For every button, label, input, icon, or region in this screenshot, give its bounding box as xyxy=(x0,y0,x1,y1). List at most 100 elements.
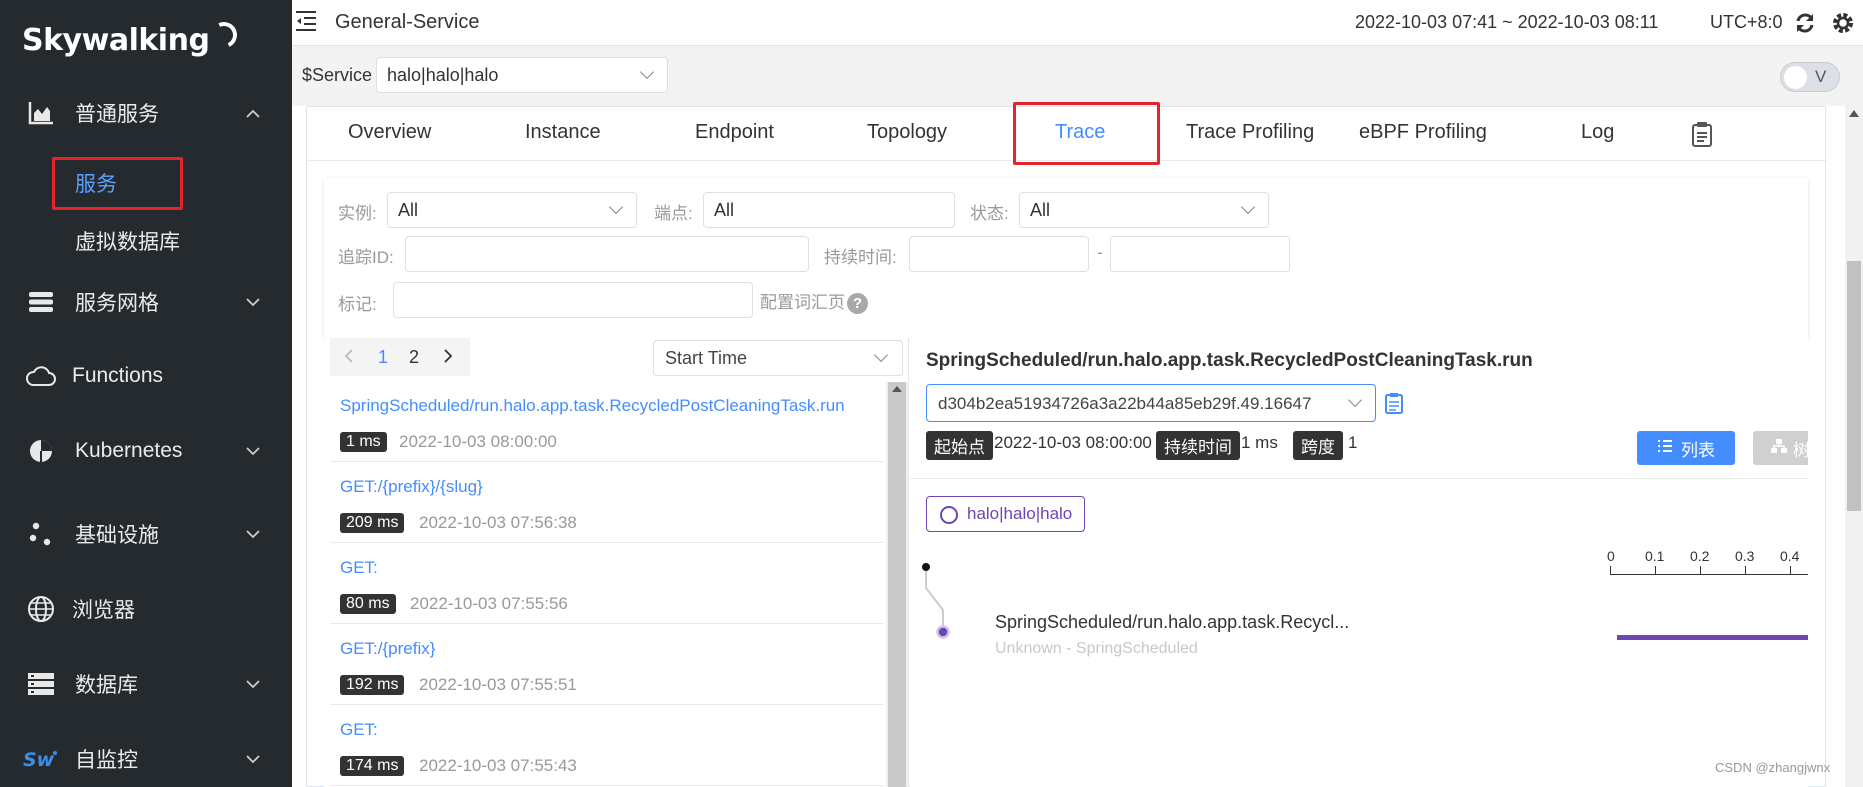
nav-label: Kubernetes xyxy=(75,439,183,462)
trace-id-input[interactable] xyxy=(405,236,809,272)
nav-self-observability[interactable]: Sw 自监控 xyxy=(0,731,292,787)
next-page-icon[interactable] xyxy=(443,347,453,368)
tab-ebpf-profiling[interactable]: eBPF Profiling xyxy=(1359,121,1487,144)
page-1[interactable]: 1 xyxy=(378,347,388,368)
nav-functions[interactable]: Functions xyxy=(0,348,292,404)
prev-page-icon[interactable] xyxy=(344,347,354,368)
service-select[interactable]: halo|halo|halo xyxy=(376,57,668,93)
tab-endpoint[interactable]: Endpoint xyxy=(695,121,774,144)
axis-tick-label: 0.4 xyxy=(1780,548,1800,564)
span-component: Unknown - SpringScheduled xyxy=(995,640,1198,657)
span-count-value: 1 xyxy=(1348,433,1358,452)
tab-overview[interactable]: Overview xyxy=(348,121,431,144)
chevron-down-icon xyxy=(246,294,260,310)
gear-icon[interactable] xyxy=(1830,10,1856,36)
tags-input[interactable] xyxy=(393,282,753,318)
menu-fold-icon[interactable] xyxy=(294,10,318,32)
trace-endpoint-name[interactable]: GET:/{prefix} xyxy=(340,639,435,659)
nav-general-service[interactable]: 普通服务 xyxy=(0,85,292,141)
span-duration-bar[interactable] xyxy=(1617,635,1808,640)
trace-list-item[interactable]: GET: 174 ms 2022-10-03 07:55:43 xyxy=(330,706,884,786)
page-scrollbar[interactable] xyxy=(1845,106,1863,787)
copy-icon[interactable] xyxy=(1384,392,1404,414)
start-time-value: 2022-10-03 08:00:00 xyxy=(994,433,1152,452)
status-select-value: All xyxy=(1030,200,1051,220)
database-icon xyxy=(26,669,56,699)
instance-select[interactable]: All xyxy=(387,192,637,228)
logo-arc-icon xyxy=(207,18,242,52)
duration-badge: 持续时间 xyxy=(1156,431,1240,460)
trace-list-item[interactable]: GET:/{prefix} 192 ms 2022-10-03 07:55:51 xyxy=(330,625,884,705)
trace-start-time: 2022-10-03 07:55:56 xyxy=(410,594,568,613)
duration-max-input[interactable] xyxy=(1110,236,1290,272)
span-name[interactable]: SpringScheduled/run.halo.app.task.Recycl… xyxy=(995,612,1349,633)
trace-id-select[interactable]: d304b2ea51934726a3a22b44a85eb29f.49.1664… xyxy=(926,384,1376,422)
tab-topology[interactable]: Topology xyxy=(867,121,947,144)
pie-chart-icon xyxy=(26,436,56,466)
tab-trace-profiling[interactable]: Trace Profiling xyxy=(1186,121,1314,144)
axis-tick-label: 0.3 xyxy=(1735,548,1755,564)
tree-view-button[interactable]: 树 xyxy=(1753,431,1808,465)
tab-bar: Overview Instance Endpoint Topology Trac… xyxy=(307,107,1827,161)
nav-infrastructure[interactable]: 基础设施 xyxy=(0,506,292,562)
trace-list-item[interactable]: GET: 80 ms 2022-10-03 07:55:56 xyxy=(330,544,884,624)
logo-text: Skywalking xyxy=(22,22,210,58)
tab-trace[interactable]: Trace xyxy=(1055,121,1105,144)
instance-select-value: All xyxy=(398,200,419,220)
nav-label: 浏览器 xyxy=(72,599,135,622)
trace-endpoint-name[interactable]: SpringScheduled/run.halo.app.task.Recycl… xyxy=(340,396,845,416)
trace-duration-badge: 174 ms xyxy=(340,756,405,776)
sort-select[interactable]: Start Time xyxy=(653,340,903,376)
nav-browser[interactable]: 浏览器 xyxy=(0,581,292,637)
status-select[interactable]: All xyxy=(1019,192,1269,228)
reload-icon[interactable] xyxy=(1794,12,1816,34)
axis-tick xyxy=(1745,566,1746,575)
tab-instance[interactable]: Instance xyxy=(525,121,601,144)
trace-endpoint-name[interactable]: GET: xyxy=(340,558,378,578)
trace-detail-title: SpringScheduled/run.halo.app.task.Recycl… xyxy=(926,350,1533,371)
cloud-icon xyxy=(26,361,56,391)
watermark: CSDN @zhangjwnx xyxy=(1715,760,1831,775)
nav-service-mesh[interactable]: 服务网格 xyxy=(0,274,292,330)
tree-view-label: 树 xyxy=(1793,440,1808,460)
endpoint-input[interactable]: All xyxy=(703,192,955,228)
time-range-picker[interactable]: 2022-10-03 07:41 ~ 2022-10-03 08:11 xyxy=(1355,12,1658,33)
trace-duration-badge: 192 ms xyxy=(340,675,405,695)
service-chip[interactable]: halo|halo|halo xyxy=(926,496,1086,532)
trace-start-time: 2022-10-03 08:00:00 xyxy=(399,432,557,451)
clipboard-icon[interactable] xyxy=(1691,121,1713,147)
list-view-button[interactable]: 列表 xyxy=(1637,431,1735,465)
scroll-up-arrow-icon[interactable] xyxy=(892,386,902,392)
trace-list-item[interactable]: GET:/{prefix}/{slug} 209 ms 2022-10-03 0… xyxy=(330,463,884,543)
sidebar-item-service[interactable]: 服务 xyxy=(75,168,117,198)
tab-log[interactable]: Log xyxy=(1581,121,1614,144)
endpoint-label: 端点: xyxy=(654,204,693,223)
nav-label: 普通服务 xyxy=(75,103,159,126)
trace-endpoint-name[interactable]: GET: xyxy=(340,720,378,740)
trace-list-scrollbar[interactable] xyxy=(886,382,908,787)
skywalking-logo[interactable]: Skywalking xyxy=(22,18,242,62)
chevron-down-icon xyxy=(246,443,260,459)
visualize-toggle[interactable]: V xyxy=(1780,62,1840,92)
scrollbar-thumb[interactable] xyxy=(888,382,906,787)
toggle-knob xyxy=(1784,66,1807,89)
server-stack-icon xyxy=(26,287,56,317)
page-2[interactable]: 2 xyxy=(409,347,419,368)
trace-list-item[interactable]: SpringScheduled/run.halo.app.task.Recycl… xyxy=(330,382,884,462)
chevron-down-icon xyxy=(608,199,624,215)
scrollbar-thumb[interactable] xyxy=(1847,261,1861,511)
scroll-up-arrow-icon[interactable] xyxy=(1849,110,1859,117)
duration-min-input[interactable] xyxy=(909,236,1089,272)
axis-tick xyxy=(1655,566,1656,575)
span-count-badge: 跨度 xyxy=(1293,431,1343,460)
vocabulary-link[interactable]: 配置词汇页? xyxy=(760,288,868,315)
sidebar-item-virtual-database[interactable]: 虚拟数据库 xyxy=(75,226,180,256)
nav-kubernetes[interactable]: Kubernetes xyxy=(0,423,292,479)
timezone-label: UTC+8:0 xyxy=(1710,12,1783,32)
nav-database[interactable]: 数据库 xyxy=(0,656,292,712)
trace-start-time: 2022-10-03 07:56:38 xyxy=(419,513,577,532)
nav-label: 服务网格 xyxy=(75,292,159,315)
sw-logo-icon: Sw xyxy=(22,744,58,774)
question-circle-icon[interactable]: ? xyxy=(847,293,868,315)
trace-endpoint-name[interactable]: GET:/{prefix}/{slug} xyxy=(340,477,483,497)
